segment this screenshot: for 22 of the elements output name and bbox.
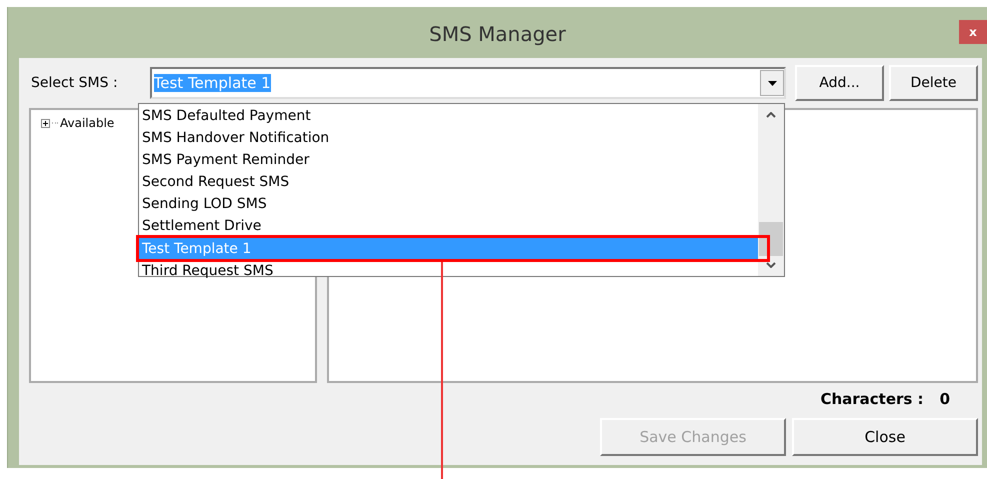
dropdown-option[interactable]: Third Request SMS bbox=[139, 260, 758, 282]
scrollbar[interactable] bbox=[758, 104, 784, 276]
toolbar-button[interactable]: Delete bbox=[889, 65, 978, 101]
characters-count: 0 bbox=[940, 390, 950, 410]
combo-value: Test Template 1 bbox=[154, 74, 271, 92]
dialog-button[interactable]: Close bbox=[792, 418, 978, 456]
dropdown-option[interactable]: Settlement Drive bbox=[139, 215, 758, 237]
characters-label: Characters : bbox=[820, 390, 924, 410]
select-sms-label: Select SMS : bbox=[30, 75, 119, 91]
scroll-up-icon[interactable] bbox=[766, 112, 776, 118]
window-title: SMS Manager bbox=[429, 22, 566, 46]
dropdown-option[interactable]: Second Request SMS bbox=[139, 171, 758, 193]
tree-connector-icon bbox=[52, 122, 58, 124]
tree-item[interactable]: Available bbox=[60, 116, 114, 130]
scroll-down-icon[interactable] bbox=[766, 262, 776, 268]
dropdown-option[interactable]: SMS Handover Notification bbox=[139, 127, 758, 149]
window-close-button[interactable]: x bbox=[959, 20, 987, 44]
toolbar-button[interactable]: Add... bbox=[795, 65, 884, 101]
dropdown-option[interactable]: Sending LOD SMS bbox=[139, 193, 758, 215]
expand-icon[interactable] bbox=[41, 118, 50, 128]
dropdown-option[interactable]: SMS Defaulted Payment bbox=[139, 105, 758, 127]
dropdown-option[interactable]: SMS Payment Reminder bbox=[139, 149, 758, 171]
